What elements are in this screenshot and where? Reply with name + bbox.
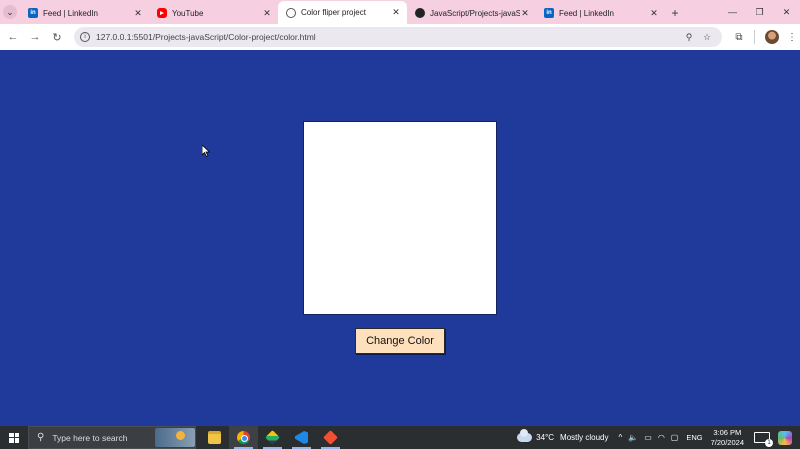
tab-strip: ⌄ in Feed | LinkedIn ✕ YouTube ✕ Color f… (0, 0, 800, 24)
tab-linkedin-2[interactable]: in Feed | LinkedIn ✕ (536, 2, 665, 24)
tab-title: Feed | LinkedIn (559, 8, 615, 18)
tab-title: JavaScript/Projects-javaScri... (430, 8, 520, 18)
linkedin-icon: in (544, 8, 554, 18)
close-tab-icon[interactable]: ✕ (520, 8, 530, 19)
clock-date: 7/20/2024 (710, 437, 744, 447)
taskbar-git[interactable] (316, 426, 345, 449)
language-indicator[interactable]: ENG (686, 433, 702, 442)
taskbar-chrome[interactable] (229, 426, 258, 449)
vscode-icon (295, 431, 308, 444)
display-icon[interactable]: ▢ (671, 433, 679, 442)
extensions-icon[interactable]: ⧉ (728, 32, 750, 43)
chevron-down-icon: ⌄ (3, 5, 17, 19)
linkedin-icon: in (28, 8, 38, 18)
layers-app-icon (265, 430, 280, 445)
back-button[interactable]: ← (2, 26, 24, 48)
wifi-icon[interactable]: ◠ (658, 433, 665, 442)
git-icon (323, 430, 338, 445)
system-tray: 34°C Mostly cloudy ^ 🔈 ▭ ◠ ▢ ENG 3:06 PM… (517, 426, 800, 449)
taskbar-vscode[interactable] (287, 426, 316, 449)
copilot-icon[interactable] (778, 430, 792, 445)
bookmark-star-icon[interactable]: ☆ (698, 32, 716, 43)
weather-widget[interactable]: 34°C Mostly cloudy (517, 429, 609, 442)
cloud-icon (517, 429, 533, 442)
address-bar[interactable]: i 127.0.0.1:5501/Projects-javaScript/Col… (74, 27, 722, 47)
close-tab-icon[interactable]: ✕ (262, 8, 272, 19)
close-tab-icon[interactable]: ✕ (649, 8, 659, 19)
toolbar-divider (754, 30, 755, 44)
tab-color-fliper[interactable]: Color fliper project ✕ (278, 1, 407, 24)
clock-time: 3:06 PM (713, 427, 742, 437)
browser-toolbar: ← → ↻ i 127.0.0.1:5501/Projects-javaScri… (0, 24, 800, 50)
restore-icon[interactable]: ❐ (746, 0, 773, 24)
minimize-icon[interactable]: — (719, 0, 746, 24)
tab-linkedin-1[interactable]: in Feed | LinkedIn ✕ (20, 2, 149, 24)
close-tab-icon[interactable]: ✕ (133, 8, 143, 19)
tab-title: YouTube (172, 8, 204, 18)
kebab-menu-icon[interactable]: ⋮ (785, 32, 799, 43)
github-icon (415, 8, 425, 18)
close-tab-icon[interactable]: ✕ (391, 7, 401, 18)
weather-condition: Mostly cloudy (560, 433, 609, 442)
search-icon: ⚲ (37, 432, 45, 443)
page-viewport: Change Color (0, 50, 800, 426)
new-tab-button[interactable]: + (665, 2, 685, 24)
chrome-icon (237, 431, 250, 444)
notification-count: 1 (765, 439, 773, 447)
start-button[interactable] (0, 426, 28, 449)
zoom-icon[interactable]: ⚲ (680, 32, 698, 43)
taskbar-layers-app[interactable] (258, 426, 287, 449)
change-color-button[interactable]: Change Color (355, 328, 445, 354)
clock[interactable]: 3:06 PM 7/20/2024 (711, 428, 744, 448)
profile-avatar[interactable] (765, 30, 779, 44)
chevron-up-icon[interactable]: ^ (619, 433, 623, 442)
windows-taskbar: ⚲ Type here to search 34°C Mostly cloudy… (0, 426, 800, 449)
volume-icon[interactable]: 🔈 (628, 433, 638, 442)
tab-youtube[interactable]: YouTube ✕ (149, 2, 278, 24)
youtube-icon (157, 8, 167, 18)
reload-button[interactable]: ↻ (46, 26, 68, 48)
file-explorer-icon (208, 431, 221, 444)
window-controls: — ❐ ✕ (719, 0, 800, 24)
taskbar-file-explorer[interactable] (200, 426, 229, 449)
color-box (303, 121, 497, 315)
battery-icon[interactable]: ▭ (644, 433, 652, 442)
tab-search-button[interactable]: ⌄ (0, 0, 20, 24)
globe-icon (286, 7, 296, 18)
close-window-icon[interactable]: ✕ (773, 0, 800, 24)
taskbar-search[interactable]: ⚲ Type here to search (28, 426, 196, 449)
url-text[interactable]: 127.0.0.1:5501/Projects-javaScript/Color… (96, 32, 680, 42)
forward-button[interactable]: → (24, 26, 46, 48)
tab-title: Color fliper project (301, 8, 366, 17)
site-info-icon[interactable]: i (80, 32, 90, 42)
search-placeholder: Type here to search (52, 432, 128, 443)
windows-logo-icon (9, 432, 19, 443)
search-highlight-image (155, 428, 195, 447)
tab-github[interactable]: JavaScript/Projects-javaScri... ✕ (407, 2, 536, 24)
tab-title: Feed | LinkedIn (43, 8, 99, 18)
weather-temp: 34°C (536, 433, 555, 442)
notification-icon[interactable]: 1 (754, 432, 773, 447)
